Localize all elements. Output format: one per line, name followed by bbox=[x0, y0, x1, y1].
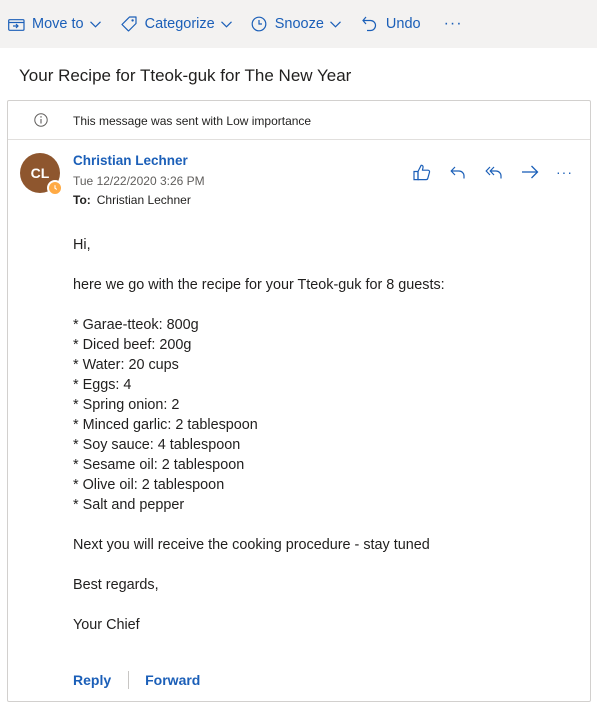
ingredient-line: * Minced garlic: 2 tablespoon bbox=[73, 417, 258, 433]
importance-text: This message was sent with Low importanc… bbox=[73, 114, 312, 128]
clock-icon bbox=[251, 16, 267, 32]
ingredient-line: * Salt and pepper bbox=[73, 497, 185, 513]
email-subject: Your Recipe for Tteok-guk for The New Ye… bbox=[19, 66, 352, 85]
ingredient-line: * Sesame oil: 2 tablespoon bbox=[73, 457, 245, 473]
snooze-label: Snooze bbox=[274, 16, 324, 32]
chevron-down-icon bbox=[329, 20, 341, 28]
categorize-label: Categorize bbox=[144, 16, 215, 32]
greeting: Hi, bbox=[73, 237, 91, 253]
undo-label: Undo bbox=[385, 16, 421, 32]
chevron-down-icon bbox=[220, 20, 232, 28]
reply-footer: Reply Forward bbox=[73, 670, 200, 690]
divider bbox=[128, 671, 130, 689]
snooze-button[interactable]: Snooze bbox=[251, 0, 341, 48]
importance-info-bar: This message was sent with Low importanc… bbox=[8, 101, 590, 140]
avatar-initials: CL bbox=[30, 165, 50, 181]
tag-icon bbox=[120, 16, 137, 32]
intro-line: here we go with the recipe for your Tteo… bbox=[73, 277, 445, 293]
ingredient-line: * Eggs: 4 bbox=[73, 377, 132, 393]
reply-all-icon[interactable] bbox=[482, 161, 506, 183]
more-options-icon[interactable]: ··· bbox=[444, 15, 463, 33]
ingredient-line: * Water: 20 cups bbox=[73, 357, 179, 373]
info-icon bbox=[34, 113, 48, 127]
reply-button[interactable]: Reply bbox=[73, 672, 111, 688]
message-body: Hi, here we go with the recipe for your … bbox=[73, 235, 445, 635]
move-to-button[interactable]: Move to bbox=[8, 0, 101, 48]
move-to-label: Move to bbox=[32, 16, 84, 32]
undo-button[interactable]: Undo bbox=[362, 0, 421, 48]
message-card: This message was sent with Low importanc… bbox=[7, 100, 591, 702]
sender-name[interactable]: Christian Lechner bbox=[73, 153, 188, 168]
forward-icon[interactable] bbox=[518, 161, 542, 183]
recipient-name[interactable]: Christian Lechner bbox=[97, 193, 191, 207]
ingredient-line: * Spring onion: 2 bbox=[73, 397, 180, 413]
undo-icon bbox=[362, 16, 377, 32]
ingredient-line: * Diced beef: 200g bbox=[73, 337, 192, 353]
signature-line: Your Chief bbox=[73, 617, 140, 633]
more-actions-icon[interactable]: ··· bbox=[556, 164, 573, 180]
recipient-line: To: Christian Lechner bbox=[73, 193, 191, 207]
move-to-icon bbox=[8, 17, 25, 32]
sent-date: Tue 12/22/2020 3:26 PM bbox=[73, 174, 205, 188]
closing-line: Best regards, bbox=[73, 577, 159, 593]
to-label: To: bbox=[73, 193, 91, 207]
command-bar: Move to Categorize Snooze Undo ··· bbox=[0, 0, 597, 48]
categorize-button[interactable]: Categorize bbox=[120, 0, 232, 48]
presence-away-icon bbox=[47, 180, 63, 196]
ingredient-line: * Olive oil: 2 tablespoon bbox=[73, 477, 225, 493]
ingredient-line: * Garae-tteok: 800g bbox=[73, 317, 199, 333]
ingredient-line: * Soy sauce: 4 tablespoon bbox=[73, 437, 241, 453]
next-line: Next you will receive the cooking proced… bbox=[73, 537, 430, 553]
chevron-down-icon bbox=[89, 20, 101, 28]
forward-button[interactable]: Forward bbox=[145, 672, 200, 688]
like-icon[interactable] bbox=[410, 161, 434, 183]
reply-icon[interactable] bbox=[446, 161, 470, 183]
message-actions: ··· bbox=[410, 161, 573, 183]
